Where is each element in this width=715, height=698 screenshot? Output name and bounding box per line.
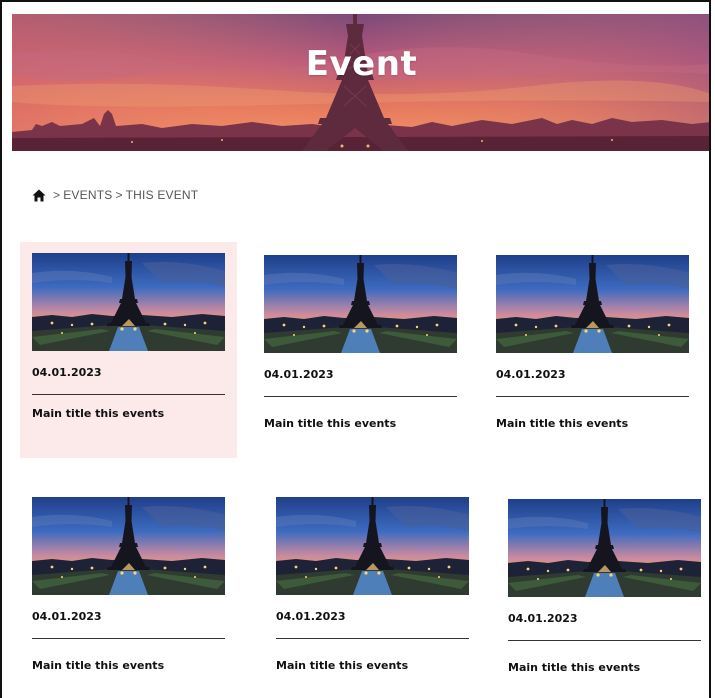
hero-title: Event [305, 44, 418, 84]
page-frame: Event > EVENTS > THIS EVENT 04.01.2023 M… [0, 0, 711, 698]
divider [496, 396, 689, 397]
event-card[interactable]: 04.01.2023 Main title this events [496, 255, 689, 430]
hero-banner: Event [12, 14, 709, 151]
event-date: 04.01.2023 [32, 366, 102, 379]
event-title[interactable]: Main title this events [32, 407, 225, 420]
eiffel-tower-sunset-photo[interactable] [508, 499, 701, 597]
eiffel-tower-sunset-photo[interactable] [496, 255, 689, 353]
event-card[interactable]: 04.01.2023 Main title this events [264, 255, 457, 430]
breadcrumb-current: THIS EVENT [125, 188, 199, 202]
event-card[interactable]: 04.01.2023 Main title this events [508, 499, 701, 674]
eiffel-tower-sunset-photo[interactable] [32, 497, 225, 595]
event-title[interactable]: Main title this events [264, 417, 457, 430]
breadcrumb: > EVENTS > THIS EVENT [32, 188, 198, 202]
eiffel-tower-sunset-photo[interactable] [32, 253, 225, 351]
event-date: 04.01.2023 [32, 610, 102, 623]
event-date: 04.01.2023 [496, 368, 566, 381]
event-title[interactable]: Main title this events [32, 659, 225, 672]
breadcrumb-link-events[interactable]: EVENTS [63, 188, 112, 202]
eiffel-tower-sunset-photo[interactable] [264, 255, 457, 353]
event-card[interactable]: 04.01.2023 Main title this events [32, 253, 225, 420]
home-icon[interactable] [32, 189, 46, 202]
divider [32, 638, 225, 639]
breadcrumb-separator: > [115, 188, 123, 202]
event-card[interactable]: 04.01.2023 Main title this events [276, 497, 469, 672]
event-card[interactable]: 04.01.2023 Main title this events [32, 497, 225, 672]
divider [32, 394, 225, 395]
event-date: 04.01.2023 [264, 368, 334, 381]
event-title[interactable]: Main title this events [496, 417, 689, 430]
breadcrumb-separator: > [53, 188, 61, 202]
event-date: 04.01.2023 [508, 612, 578, 625]
event-title[interactable]: Main title this events [508, 661, 701, 674]
divider [276, 638, 469, 639]
event-date: 04.01.2023 [276, 610, 346, 623]
event-title[interactable]: Main title this events [276, 659, 469, 672]
eiffel-tower-sunset-photo[interactable] [276, 497, 469, 595]
divider [264, 396, 457, 397]
divider [508, 640, 701, 641]
